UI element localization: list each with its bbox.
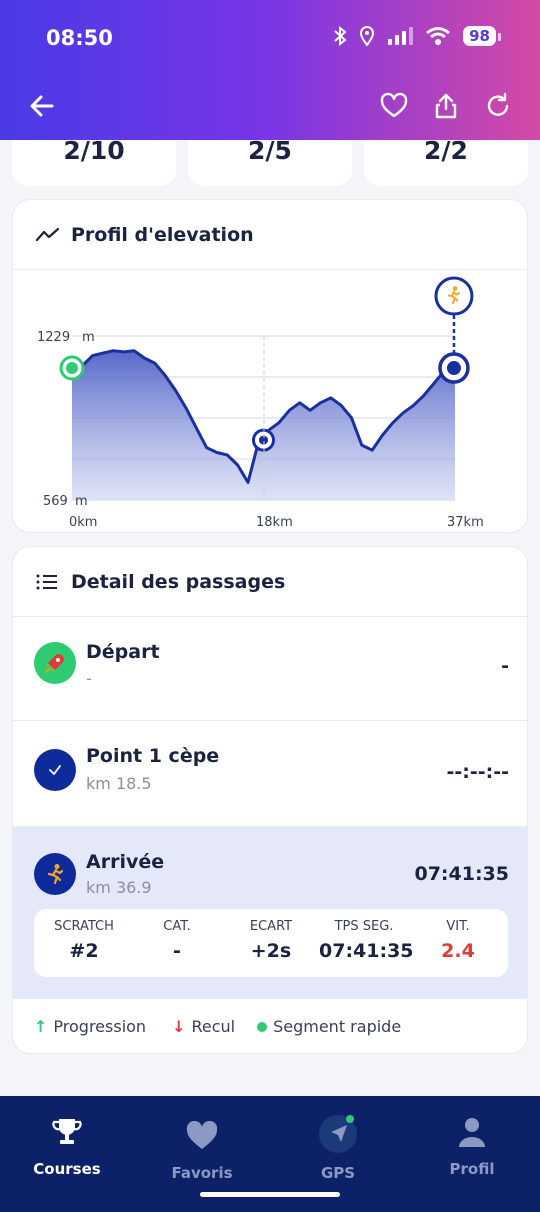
back-button[interactable] [28, 92, 56, 120]
passage-name: Départ [86, 641, 160, 663]
heart-outline-icon [380, 92, 408, 118]
legend-progression: Progression [53, 1017, 147, 1036]
battery-indicator: 98 [463, 26, 501, 46]
trend-line-icon [35, 227, 60, 241]
share-icon [435, 93, 457, 119]
arrow-left-icon [30, 95, 54, 117]
metric-label: CAT. [163, 919, 191, 934]
status-time: 08:50 [46, 26, 113, 50]
arrow-down-icon: ↓ [172, 1017, 186, 1036]
nav-label: Profil [449, 1160, 495, 1178]
metric-label: TPS SEG. [334, 919, 394, 934]
elevation-chart[interactable]: 1229 m 569 m 0km 18km 37km [13, 270, 528, 533]
favorite-button[interactable] [380, 92, 408, 120]
passages-title: Detail des passages [71, 570, 286, 593]
metric-value: #2 [69, 940, 99, 962]
passages-card: Detail des passages Départ - - Point 1 c… [12, 546, 528, 1054]
metric-label: ECART [249, 919, 293, 934]
metric-tps-seg: TPS SEG. 07:41:35 [319, 919, 414, 962]
metric-label: VIT. [446, 919, 470, 934]
passage-time: --:--:-- [446, 761, 509, 783]
passage-time: - [501, 655, 509, 677]
trophy-icon [52, 1119, 82, 1144]
passage-row-point1[interactable]: Point 1 cèpe km 18.5 --:--:-- [13, 721, 527, 827]
y-max-label: 1229 [37, 330, 70, 345]
metric-value: 2.4 [441, 940, 475, 962]
metric-vit: VIT. 2.4 [413, 919, 503, 962]
x-label-mid: 18km [256, 515, 293, 530]
finish-marker[interactable] [434, 276, 474, 384]
green-dot-icon [257, 1021, 268, 1032]
nav-profil[interactable]: Profil [417, 1114, 527, 1178]
home-indicator [200, 1192, 340, 1197]
person-icon [459, 1118, 485, 1147]
nav-label: Favoris [171, 1164, 233, 1182]
bluetooth-icon [334, 26, 347, 46]
nav-courses[interactable]: Courses [12, 1114, 122, 1178]
y-unit-top: m [82, 330, 95, 345]
passage-km: km 36.9 [86, 878, 152, 897]
nav-label: GPS [320, 1164, 356, 1182]
location-icon [360, 26, 375, 46]
metric-value: +2s [250, 940, 292, 962]
heart-icon [186, 1120, 218, 1149]
metric-value: 07:41:35 [319, 940, 414, 962]
share-button[interactable] [432, 92, 460, 120]
wifi-icon [426, 27, 451, 45]
refresh-button[interactable] [484, 92, 512, 120]
nav-favoris[interactable]: Favoris [147, 1118, 257, 1182]
legend-segment: Segment rapide [273, 1017, 402, 1036]
passage-row-depart[interactable]: Départ - - [13, 617, 527, 721]
signal-icon [388, 27, 414, 45]
metric-label: SCRATCH [54, 919, 114, 934]
nav-gps[interactable]: GPS [283, 1114, 393, 1182]
checkpoint-marker[interactable] [252, 428, 275, 452]
metric-value: - [173, 940, 181, 962]
passage-name: Point 1 cèpe [86, 745, 220, 767]
passage-row-arrivee[interactable]: Arrivée km 36.9 07:41:35 SCRATCH #2 CAT.… [13, 827, 527, 999]
start-marker[interactable] [59, 355, 85, 381]
elevation-card: Profil d'elevation 1229 m 569 m 0km 18km… [12, 199, 528, 533]
list-icon [36, 574, 57, 589]
refresh-icon [487, 92, 509, 116]
passages-card-header: Detail des passages [13, 547, 527, 617]
elevation-title: Profil d'elevation [71, 223, 254, 246]
navigation-icon [319, 1115, 357, 1153]
y-min-label: 569 [43, 494, 68, 509]
x-label-end: 37km [447, 515, 484, 530]
passages-legend: ↑ Progression ↓ Recul Segment rapide [34, 1017, 401, 1036]
y-unit-bottom: m [75, 494, 88, 509]
metric-ecart: ECART +2s [226, 919, 316, 962]
app-header: 08:50 98 [0, 0, 540, 140]
passage-km: km 18.5 [86, 774, 152, 793]
status-icons: 98 [333, 26, 501, 46]
passage-km: - [86, 669, 92, 688]
legend-recul: Recul [191, 1017, 236, 1036]
passage-time: 07:41:35 [414, 863, 509, 885]
arrow-up-icon: ↑ [34, 1017, 48, 1036]
check-icon [34, 749, 76, 791]
passage-name: Arrivée [86, 851, 165, 873]
x-label-start: 0km [69, 515, 97, 530]
metric-cat: CAT. - [132, 919, 222, 962]
elevation-card-header: Profil d'elevation [13, 200, 527, 270]
runner-icon [34, 853, 76, 895]
rocket-icon [34, 642, 76, 684]
arrivee-metrics: SCRATCH #2 CAT. - ECART +2s TPS SEG. 07:… [34, 909, 508, 977]
header-actions [380, 92, 512, 120]
metric-scratch: SCRATCH #2 [39, 919, 129, 962]
nav-label: Courses [33, 1160, 101, 1178]
